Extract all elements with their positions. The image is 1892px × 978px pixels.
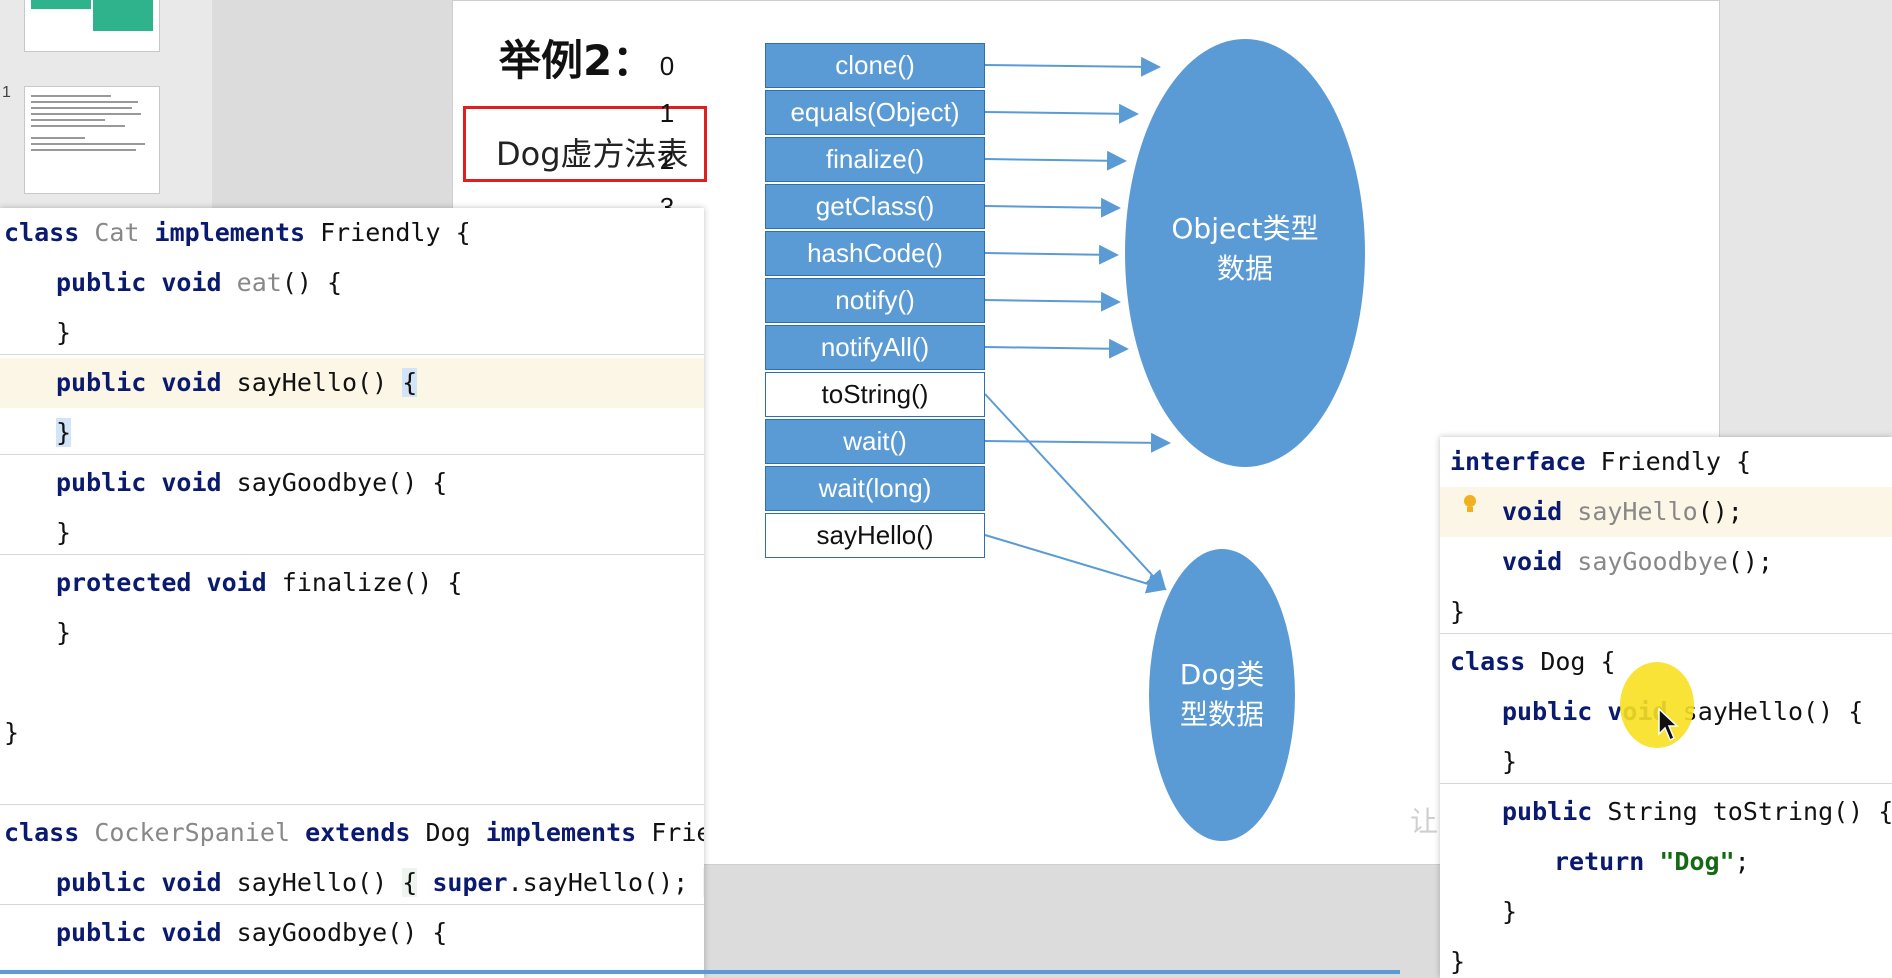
thumbnail-number: 1 bbox=[2, 84, 11, 101]
code-line: } bbox=[1450, 947, 1466, 976]
method-arrow bbox=[984, 338, 1129, 359]
code-line: protected void finalize() { bbox=[56, 568, 463, 597]
method-arrow bbox=[984, 103, 1139, 124]
object-data-ellipse: Object类型 数据 bbox=[1125, 39, 1365, 467]
method-arrow bbox=[984, 534, 1167, 594]
slide-thumbnail-current[interactable] bbox=[24, 86, 160, 194]
code-line: } bbox=[56, 518, 72, 547]
method-cell: equals(Object) bbox=[765, 90, 985, 135]
method-cell: toString() bbox=[765, 372, 985, 417]
method-cell: hashCode() bbox=[765, 231, 985, 276]
code-line: class CockerSpaniel extends Dog implemen… bbox=[4, 818, 704, 847]
method-arrow bbox=[984, 393, 1167, 591]
method-arrow bbox=[984, 150, 1127, 171]
method-arrow bbox=[984, 244, 1119, 265]
method-index: 0 bbox=[659, 51, 675, 81]
method-cell: getClass() bbox=[765, 184, 985, 229]
code-line: } bbox=[4, 718, 20, 747]
method-separator bbox=[0, 354, 704, 355]
left-code-editor[interactable]: class Cat implements Friendly { public v… bbox=[0, 208, 704, 978]
method-separator bbox=[0, 554, 704, 555]
code-line-current[interactable]: public void sayHello() { bbox=[0, 358, 704, 408]
method-arrow bbox=[984, 197, 1121, 218]
code-line: } bbox=[1502, 747, 1518, 776]
code-line: return "Dog"; bbox=[1554, 847, 1750, 876]
code-line: } bbox=[56, 618, 72, 647]
method-cell: notify() bbox=[765, 278, 985, 323]
class-separator bbox=[1440, 633, 1892, 634]
cursor-highlight bbox=[1620, 662, 1694, 748]
method-index: 1 bbox=[659, 98, 675, 128]
method-cell: sayHello() bbox=[765, 513, 985, 558]
dog-ellipse-line1: Dog类 bbox=[1179, 658, 1265, 691]
method-cell: notifyAll() bbox=[765, 325, 985, 370]
editor-bottom-border bbox=[0, 970, 1400, 974]
lightbulb-icon[interactable] bbox=[1462, 494, 1478, 516]
method-cell: wait() bbox=[765, 419, 985, 464]
code-line: } bbox=[56, 318, 72, 347]
object-ellipse-line2: 数据 bbox=[1216, 252, 1273, 285]
code-line: public void sayHello() { bbox=[1502, 697, 1864, 726]
dog-data-ellipse: Dog类 型数据 bbox=[1149, 549, 1295, 841]
object-ellipse-line1: Object类型 bbox=[1171, 212, 1319, 245]
code-line: public void eat() { bbox=[56, 268, 343, 297]
class-separator bbox=[0, 804, 704, 805]
code-line: class Cat implements Friendly { bbox=[4, 218, 471, 247]
method-separator bbox=[0, 904, 704, 905]
method-arrow bbox=[984, 291, 1121, 312]
code-line-current[interactable]: void sayHello(); bbox=[1440, 487, 1892, 537]
method-separator bbox=[1440, 783, 1892, 784]
watermark: 让 bbox=[1410, 805, 1439, 838]
method-index: 2 bbox=[659, 145, 675, 175]
mouse-pointer-icon bbox=[1658, 708, 1679, 742]
method-arrow bbox=[984, 56, 1161, 77]
code-line: } bbox=[56, 418, 72, 447]
method-cell: finalize() bbox=[765, 137, 985, 182]
method-cell: clone() bbox=[765, 43, 985, 88]
method-separator bbox=[0, 454, 704, 455]
code-line: } bbox=[1502, 897, 1518, 926]
code-line: public void sayGoodbye() { bbox=[56, 918, 448, 947]
code-line: void sayGoodbye(); bbox=[1502, 547, 1773, 576]
method-arrow bbox=[984, 432, 1171, 453]
code-line: interface Friendly { bbox=[1450, 447, 1752, 476]
slide-thumbnail-prev[interactable] bbox=[24, 0, 160, 52]
dog-ellipse-line2: 型数据 bbox=[1179, 698, 1264, 731]
code-line: } bbox=[1450, 597, 1466, 626]
code-line: public String toString() { bbox=[1502, 797, 1892, 826]
code-line: public void sayGoodbye() { bbox=[56, 468, 448, 497]
method-cell: wait(long) bbox=[765, 466, 985, 511]
code-line: public void sayHello() { super.sayHello(… bbox=[56, 858, 704, 908]
